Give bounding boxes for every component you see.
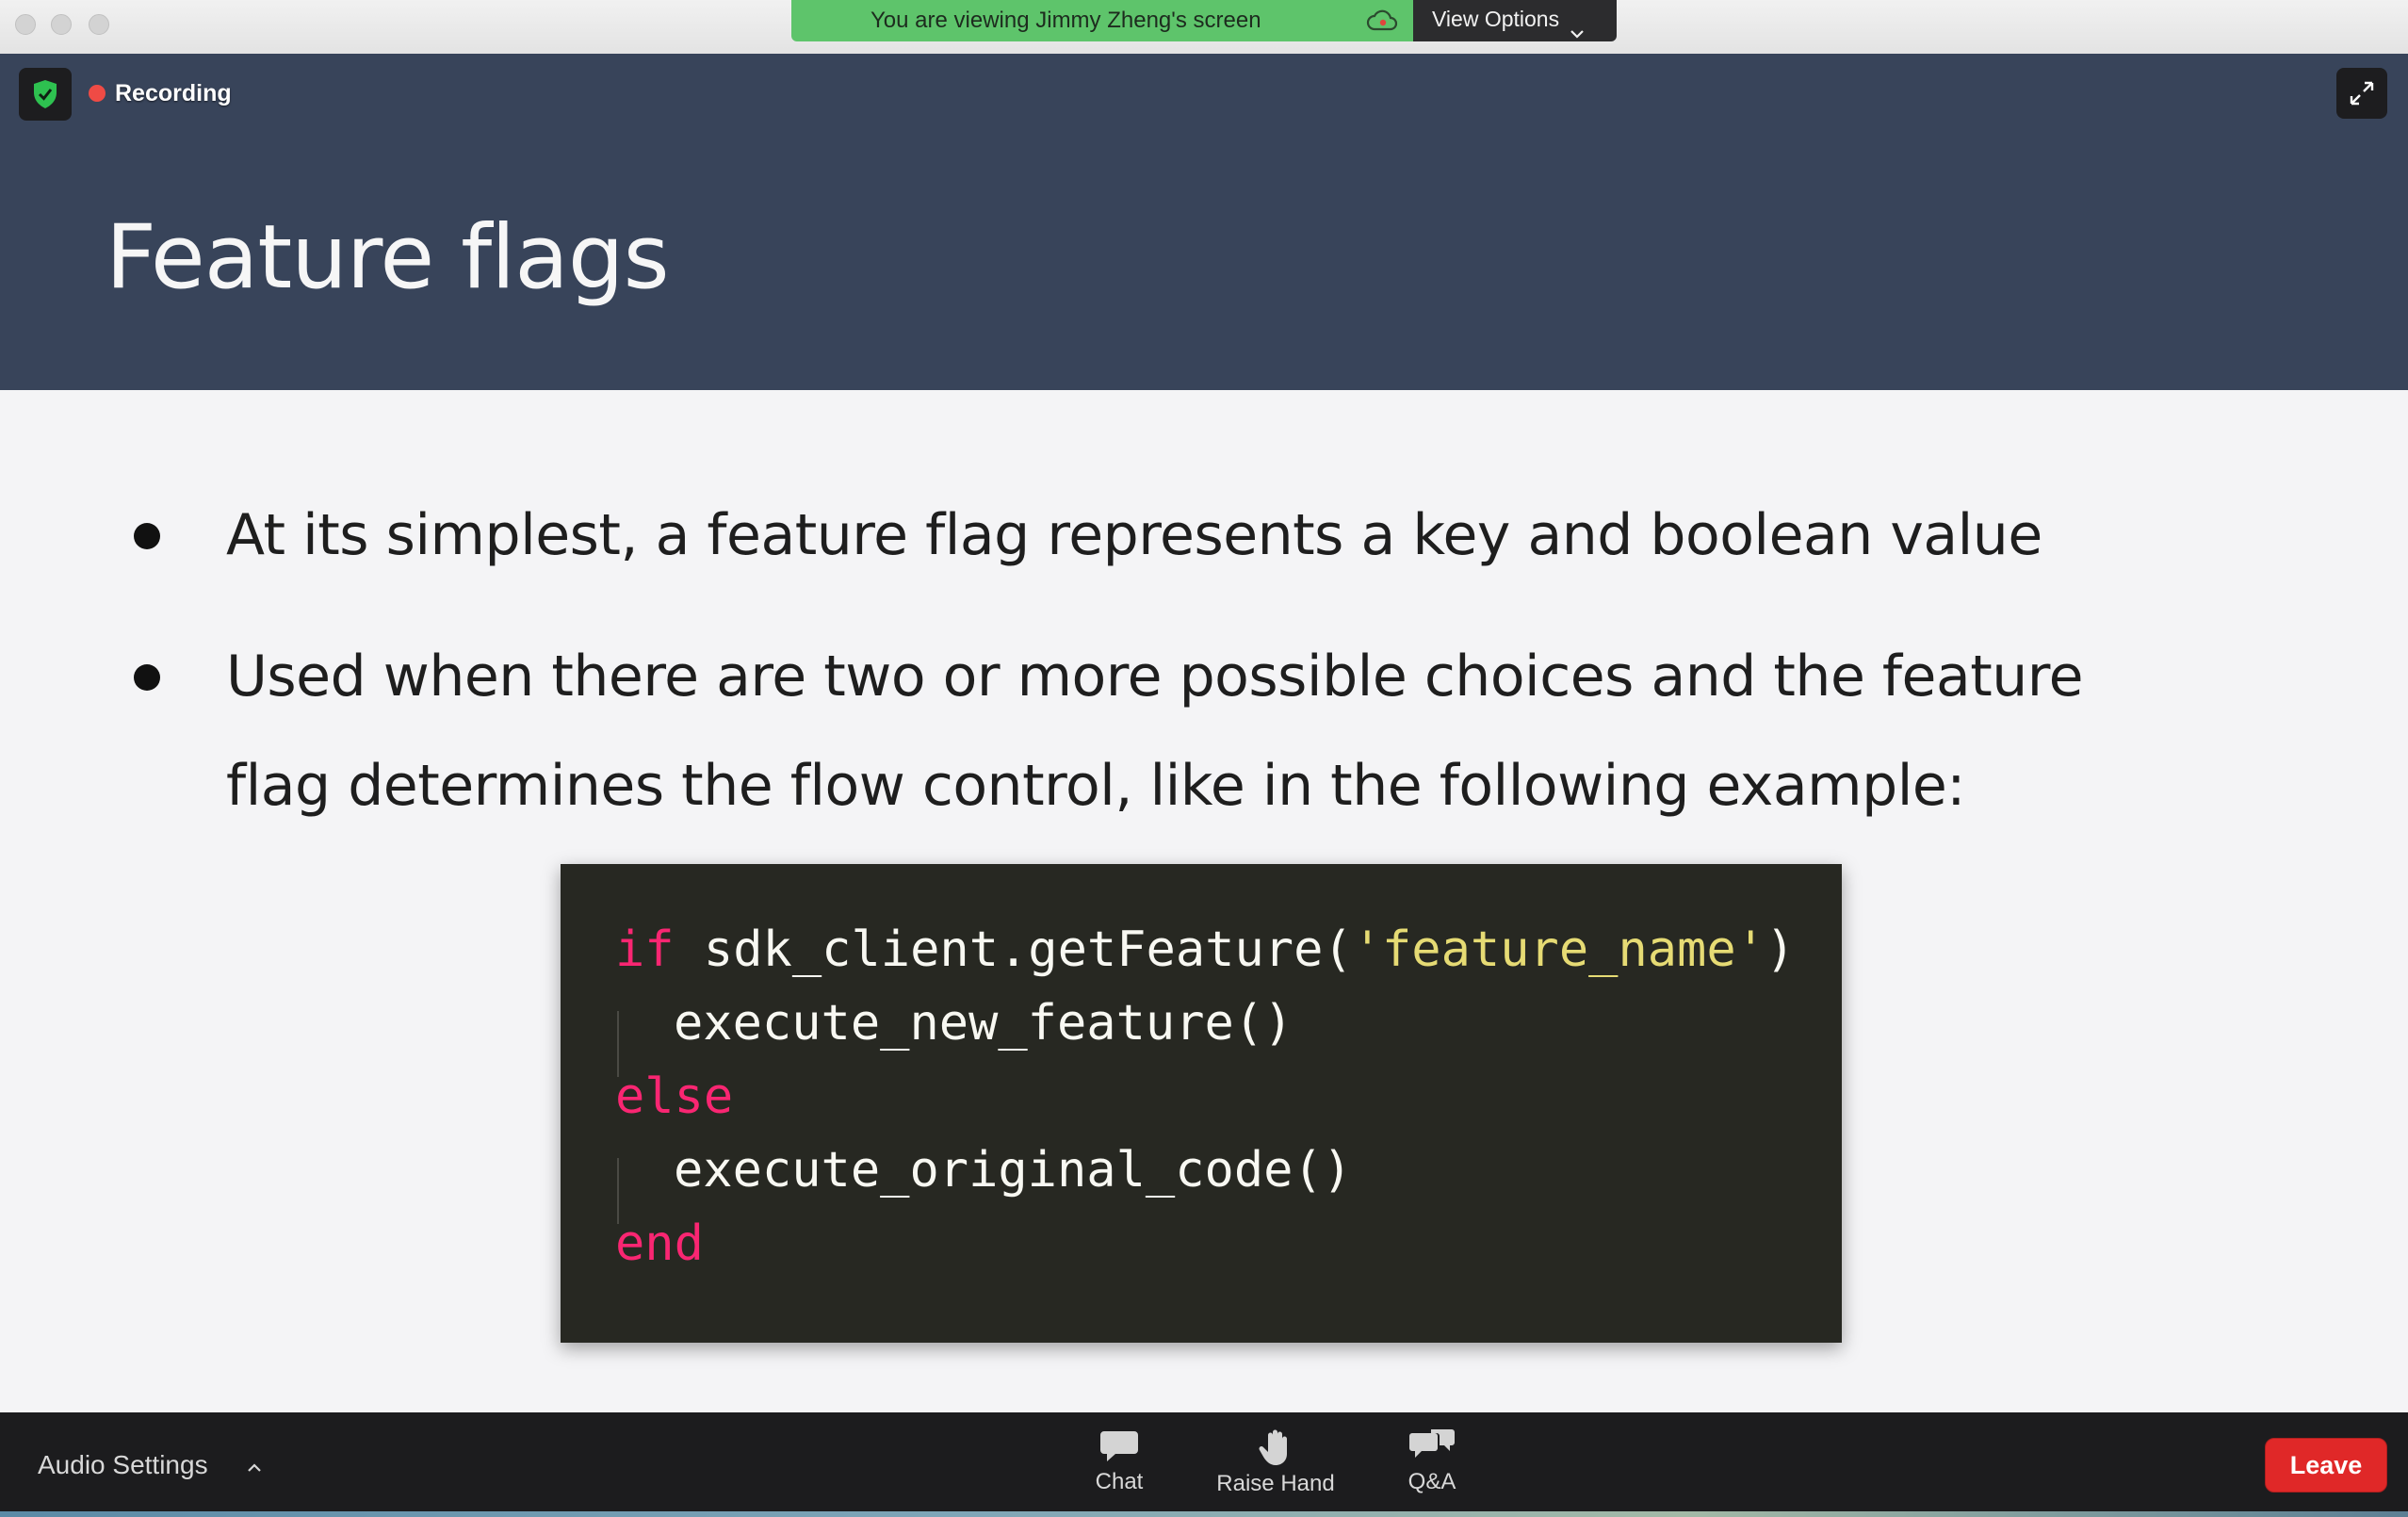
zoom-window: You are viewing Jimmy Zheng's screen Vie…	[0, 0, 2408, 1517]
qa-button[interactable]: Q&A	[1347, 1422, 1517, 1512]
bullet-dot	[134, 523, 160, 549]
chat-button[interactable]: Chat	[1034, 1422, 1204, 1512]
security-button[interactable]	[19, 68, 72, 121]
qa-label: Q&A	[1407, 1469, 1456, 1494]
chat-bubble-icon	[1100, 1431, 1138, 1461]
meeting-controls-bar: Audio Settings Chat Raise Hand Q&A Leave	[0, 1412, 2408, 1517]
view-options-label: View Options	[1432, 7, 1560, 31]
title-bar: You are viewing Jimmy Zheng's screen Vie…	[0, 0, 2408, 55]
cloud-recording-icon	[1366, 8, 1398, 39]
audio-settings-button[interactable]: Audio Settings	[38, 1412, 263, 1517]
code-call: sdk_client.getFeature(	[674, 922, 1353, 978]
code-line-1: if sdk_client.getFeature('feature_name')	[615, 913, 1795, 987]
view-options-button[interactable]: View Options	[1413, 0, 1617, 41]
code-keyword-if: if	[615, 922, 675, 978]
screen-share-banner: You are viewing Jimmy Zheng's screen	[791, 0, 1413, 41]
raise-hand-label: Raise Hand	[1216, 1471, 1335, 1496]
recording-dot	[89, 85, 106, 102]
fullscreen-button[interactable]	[2336, 68, 2387, 119]
code-line-4: execute_original_code()	[674, 1142, 1353, 1199]
shared-screen: Feature flags Recording At its simplest,…	[0, 54, 2408, 1412]
audio-settings-label: Audio Settings	[38, 1449, 208, 1479]
bullet-text-1: At its simplest, a feature flag represen…	[226, 502, 2042, 568]
code-block: if sdk_client.getFeature('feature_name')…	[561, 864, 1842, 1343]
shield-check-icon	[34, 80, 57, 108]
chevron-down-icon	[1570, 13, 1585, 51]
slide-header: Feature flags	[0, 54, 2408, 390]
qa-bubbles-icon	[1409, 1429, 1455, 1458]
close-window-button[interactable]	[15, 14, 36, 35]
share-banner-text: You are viewing Jimmy Zheng's screen	[870, 8, 1261, 33]
bullet-text-2-line-1: Used when there are two or more possible…	[226, 644, 2084, 710]
bullet-text-2-line-2: flag determines the flow control, like i…	[226, 753, 1966, 819]
code-keyword-end: end	[615, 1215, 704, 1272]
bullet-dot	[134, 664, 160, 691]
zoom-window-button[interactable]	[89, 14, 109, 35]
code-line-2: execute_new_feature()	[674, 995, 1293, 1052]
raise-hand-button[interactable]: Raise Hand	[1191, 1422, 1360, 1512]
code-paren: )	[1765, 922, 1796, 978]
chevron-up-icon[interactable]	[246, 1450, 263, 1480]
code-keyword-else: else	[615, 1068, 734, 1125]
code-string: 'feature_name'	[1352, 922, 1765, 978]
desktop-background-strip	[0, 1511, 2408, 1517]
leave-button[interactable]: Leave	[2265, 1438, 2387, 1493]
slide-title: Feature flags	[106, 206, 670, 309]
recording-indicator[interactable]: Recording	[89, 76, 232, 110]
recording-label: Recording	[115, 79, 232, 106]
chat-label: Chat	[1095, 1469, 1144, 1494]
hand-icon	[1259, 1429, 1287, 1465]
expand-arrows-icon	[2350, 81, 2374, 106]
minimize-window-button[interactable]	[51, 14, 72, 35]
